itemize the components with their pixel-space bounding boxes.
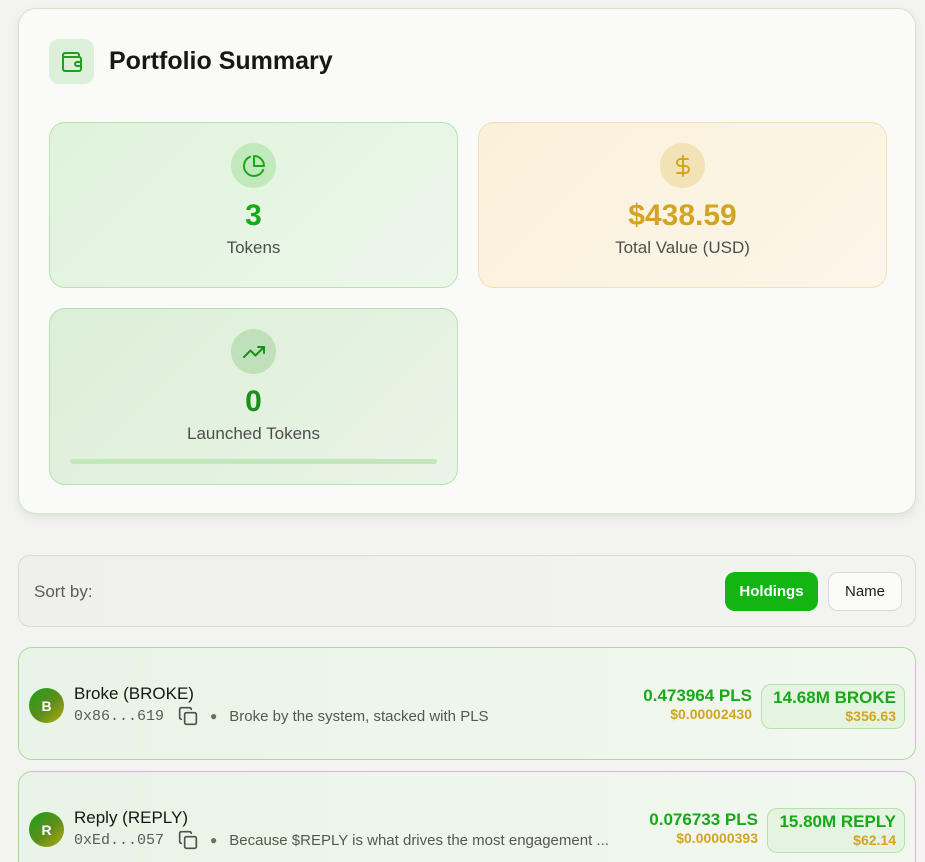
sort-label: Sort by: — [34, 582, 93, 601]
total-value-label: Total Value (USD) — [615, 238, 750, 257]
copy-icon[interactable] — [178, 706, 198, 726]
sort-holdings-button[interactable]: Holdings — [725, 572, 818, 611]
pie-chart-icon — [231, 143, 276, 188]
tokens-label: Tokens — [226, 238, 281, 257]
token-price-usd: $0.00000393 — [676, 830, 758, 846]
holding-amount: 15.80M REPLY — [779, 812, 896, 831]
launched-progress-bar — [70, 459, 437, 464]
portfolio-summary-card: Portfolio Summary 3 Tokens $438.59 Total… — [18, 8, 916, 514]
token-description: Because $REPLY is what drives the most e… — [229, 831, 609, 849]
token-avatar: B — [29, 688, 64, 723]
token-address: 0x86...619 — [74, 707, 165, 725]
token-address: 0xEd...057 — [74, 831, 165, 849]
sort-bar: Sort by: Holdings Name — [18, 555, 916, 627]
token-meta: 0x86...619 ● Broke by the system, stacke… — [74, 706, 489, 726]
stat-card-launched: 0 Launched Tokens — [49, 308, 458, 485]
dollar-icon — [660, 143, 705, 188]
token-holding-badge: 15.80M REPLY $62.14 — [767, 808, 905, 853]
token-meta: 0xEd...057 ● Because $REPLY is what driv… — [74, 830, 609, 850]
trending-up-icon — [231, 329, 276, 374]
sort-name-button[interactable]: Name — [828, 572, 902, 611]
wallet-icon — [49, 39, 94, 84]
launched-label: Launched Tokens — [187, 424, 320, 443]
holding-usd: $62.14 — [853, 832, 896, 848]
holding-amount: 14.68M BROKE — [773, 688, 896, 707]
token-name: Reply (REPLY) — [74, 808, 188, 827]
token-name: Broke (BROKE) — [74, 684, 194, 703]
token-price: 0.473964 PLS $0.00002430 — [643, 686, 752, 722]
token-holding-badge: 14.68M BROKE $356.63 — [761, 684, 905, 729]
total-value-amount: $438.59 — [628, 199, 737, 232]
stat-card-total-value: $438.59 Total Value (USD) — [478, 122, 887, 288]
separator-dot: ● — [210, 709, 218, 723]
token-price: 0.076733 PLS $0.00000393 — [649, 810, 758, 846]
launched-count: 0 — [245, 385, 262, 418]
token-row-broke[interactable]: B Broke (BROKE) 0x86...619 ● Broke by th… — [18, 647, 916, 760]
stat-card-tokens: 3 Tokens — [49, 122, 458, 288]
token-avatar: R — [29, 812, 64, 847]
token-price-pls: 0.473964 PLS — [643, 686, 752, 705]
copy-icon[interactable] — [178, 830, 198, 850]
token-description: Broke by the system, stacked with PLS — [229, 707, 489, 725]
separator-dot: ● — [210, 833, 218, 847]
token-price-pls: 0.076733 PLS — [649, 810, 758, 829]
holding-usd: $356.63 — [845, 708, 896, 724]
token-price-usd: $0.00002430 — [670, 706, 752, 722]
tokens-count: 3 — [245, 199, 262, 232]
summary-header: Portfolio Summary — [49, 39, 333, 84]
token-row-reply[interactable]: R Reply (REPLY) 0xEd...057 ● Because $RE… — [18, 771, 916, 862]
page-title: Portfolio Summary — [109, 47, 333, 75]
